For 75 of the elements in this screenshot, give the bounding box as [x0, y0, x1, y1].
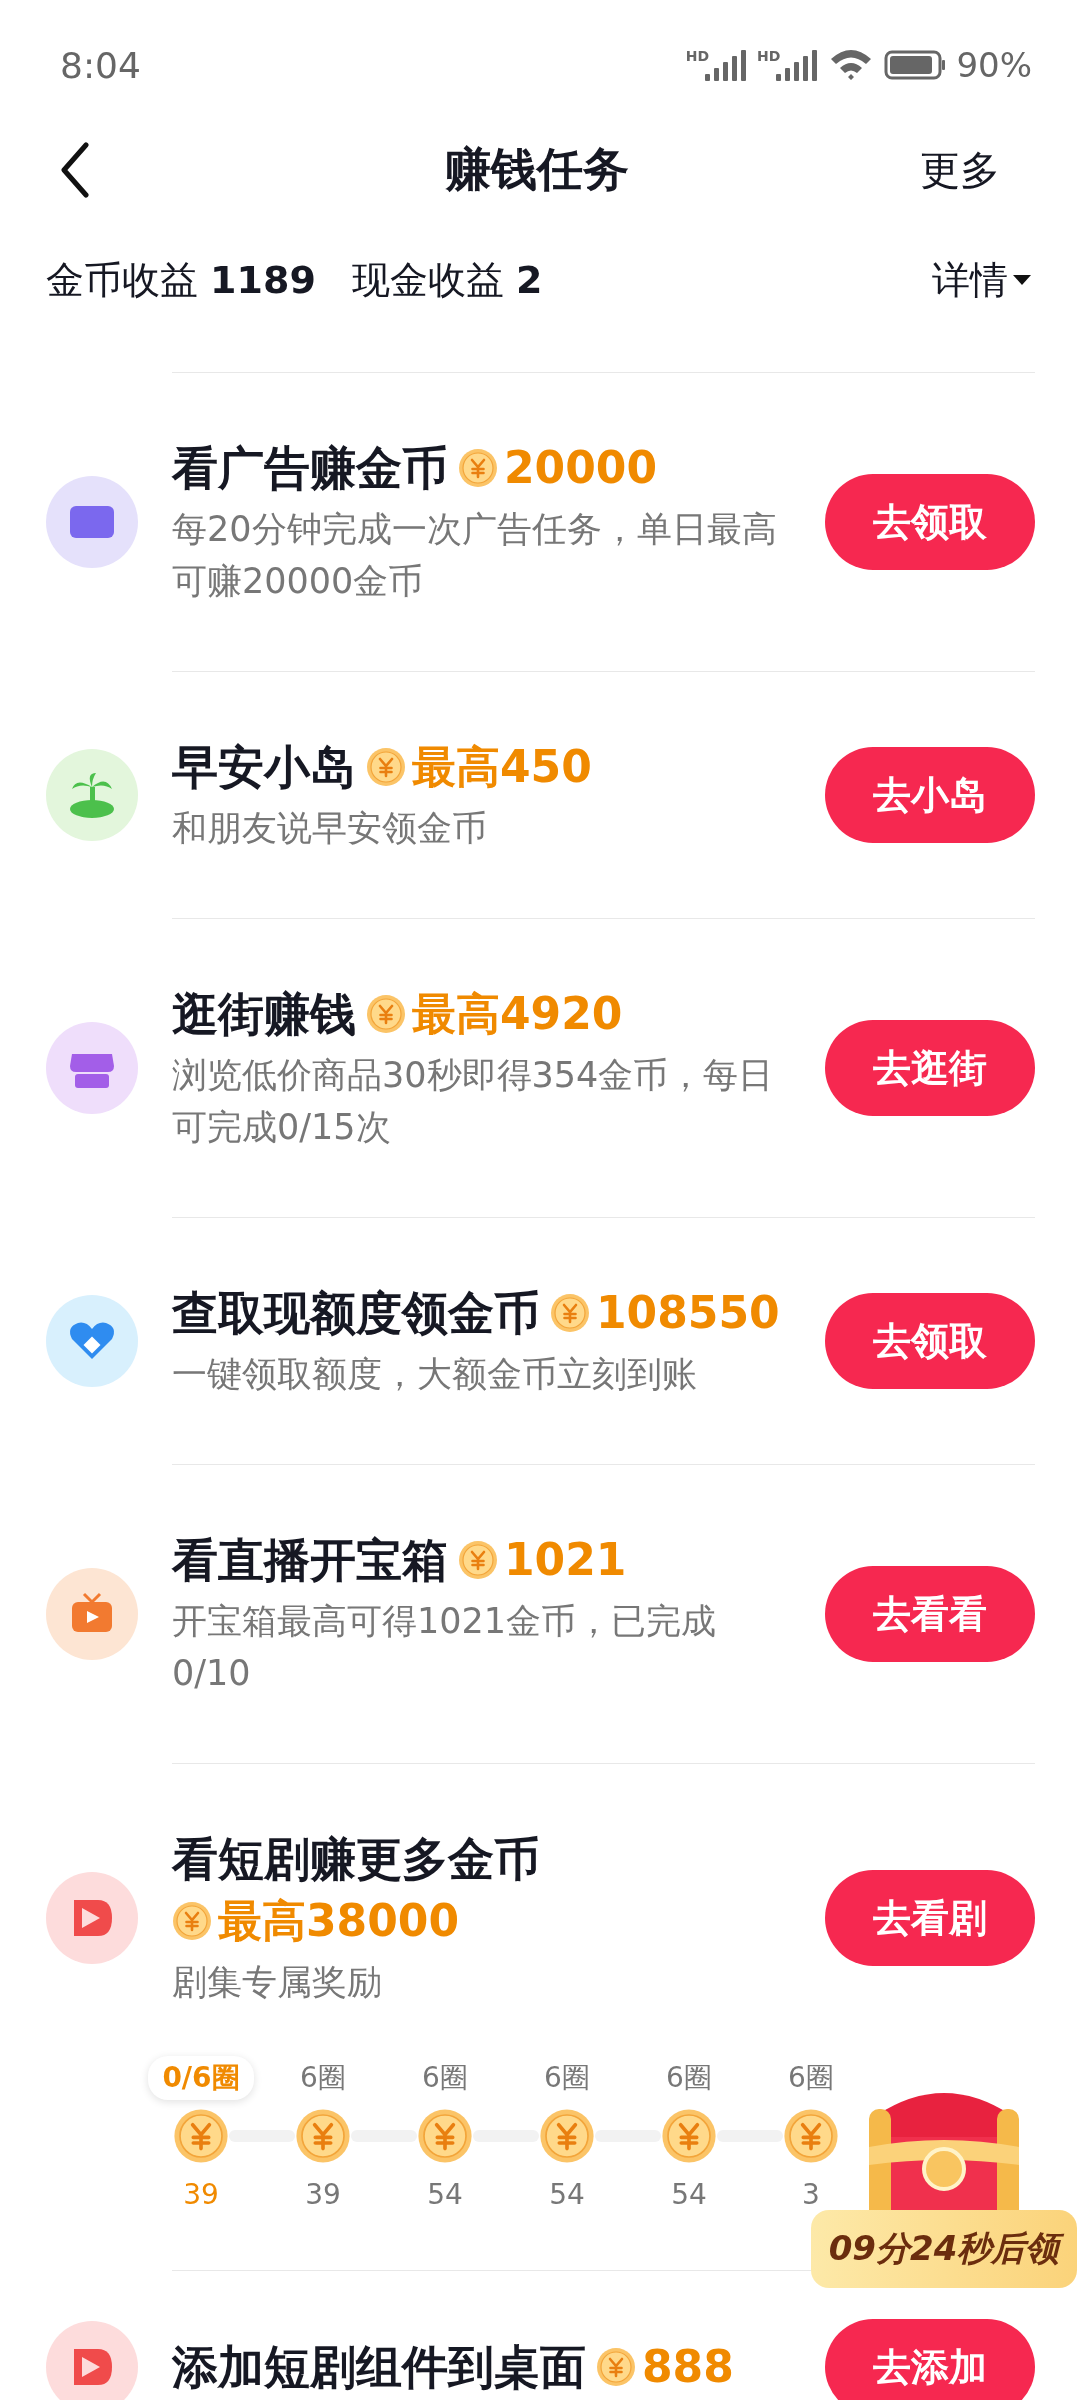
lap-label: 6圈 — [300, 2060, 346, 2096]
details-dropdown[interactable]: 详情 — [932, 254, 1032, 306]
progress-connector — [717, 2130, 783, 2142]
task-title: 看直播开宝箱 — [172, 1532, 448, 1589]
tv-play-icon — [46, 1568, 138, 1660]
earnings-summary: 金币收益 1189 — [46, 256, 316, 304]
clock-time: 8:04 — [60, 44, 141, 86]
task-description: 剧集专属奖励 — [172, 1961, 383, 2004]
coin-amount: 54 — [427, 2178, 463, 2211]
reward-amount: 1021 — [504, 1533, 627, 1587]
coin-icon — [172, 1901, 212, 1941]
task-title: 早安小岛 — [172, 739, 356, 796]
reward-amount: 20000 — [504, 441, 658, 495]
battery-percentage: 90% — [956, 45, 1032, 85]
coin-amount: 39 — [305, 2178, 341, 2211]
palm-island-icon — [46, 749, 138, 841]
coin-icon — [550, 1293, 590, 1333]
coin-icon — [173, 2108, 229, 2164]
task-title: 添加短剧组件到桌面 — [172, 2339, 586, 2396]
coin-icon — [295, 2108, 351, 2164]
task-action-button[interactable]: 去看剧 — [825, 1870, 1035, 1966]
dropdown-triangle-icon — [1012, 273, 1032, 287]
task-action-button[interactable]: 去看看 — [825, 1566, 1035, 1662]
earnings-summary: 现金收益 2 — [351, 256, 543, 304]
task-title: 看广告赚金币 — [172, 440, 448, 497]
battery-icon — [884, 49, 947, 81]
progress-connector — [229, 2130, 295, 2142]
coin-amount: 3 — [802, 2178, 820, 2211]
network-type-label: HD — [757, 48, 781, 64]
lap-label: 6圈 — [788, 2060, 834, 2096]
reward-amount: 最高4920 — [412, 987, 623, 1041]
coin-amount: 54 — [549, 2178, 585, 2211]
storefront-icon — [46, 1022, 138, 1114]
coin-icon — [458, 1540, 498, 1580]
more-button[interactable]: 更多 — [920, 142, 1000, 198]
play-icon — [46, 2321, 138, 2400]
reward-amount: 最高38000 — [218, 1894, 460, 1948]
lap-label: 6圈 — [422, 2060, 468, 2096]
task-action-button[interactable]: 去逛街 — [825, 1020, 1035, 1116]
coin-amount: 54 — [671, 2178, 707, 2211]
task-title: 看短剧赚更多金币 — [172, 1831, 540, 1888]
task-description: 开宝箱最高可得1021金币，已完成0/10 — [172, 1600, 718, 1695]
progress-connector — [473, 2130, 539, 2142]
task-description: 一键领取额度，大额金币立刻到账 — [172, 1353, 698, 1396]
coin-icon — [366, 994, 406, 1034]
reward-amount: 108550 — [596, 1286, 780, 1340]
play-icon — [46, 1872, 138, 1964]
countdown-label: 09分24秒后领 — [810, 2210, 1078, 2288]
badge-icon — [46, 476, 138, 568]
progress-connector — [351, 2130, 417, 2142]
task-action-button[interactable]: 去领取 — [825, 474, 1035, 570]
coin-icon — [539, 2108, 595, 2164]
coin-icon — [783, 2108, 839, 2164]
reward-amount: 最高450 — [412, 740, 592, 794]
reward-amount: 888 — [642, 2340, 734, 2394]
network-type-label: HD — [685, 48, 710, 64]
task-description: 每20分钟完成一次广告任务，单日最高可赚20000金币 — [172, 508, 778, 603]
page-title: 赚钱任务 — [445, 141, 629, 198]
coin-icon — [417, 2108, 473, 2164]
task-description: 和朋友说早安领金币 — [172, 807, 488, 850]
coin-amount: 39 — [183, 2178, 219, 2211]
coin-icon — [458, 448, 498, 488]
task-title: 查取现额度领金币 — [172, 1285, 540, 1342]
task-action-button[interactable]: 去领取 — [825, 1293, 1035, 1389]
current-lap-bubble: 0/6圈 — [148, 2056, 254, 2100]
task-title: 逛街赚钱 — [172, 986, 356, 1043]
task-action-button[interactable]: 去小岛 — [825, 747, 1035, 843]
progress-connector — [595, 2130, 661, 2142]
task-action-button[interactable]: 去添加 — [825, 2319, 1035, 2400]
lap-label: 6圈 — [666, 2060, 712, 2096]
task-description: 浏览低价商品30秒即得354金币，每日可完成0/15次 — [172, 1054, 775, 1149]
coin-icon — [366, 747, 406, 787]
coin-icon — [661, 2108, 717, 2164]
lap-label: 6圈 — [544, 2060, 590, 2096]
coin-icon — [596, 2347, 636, 2387]
